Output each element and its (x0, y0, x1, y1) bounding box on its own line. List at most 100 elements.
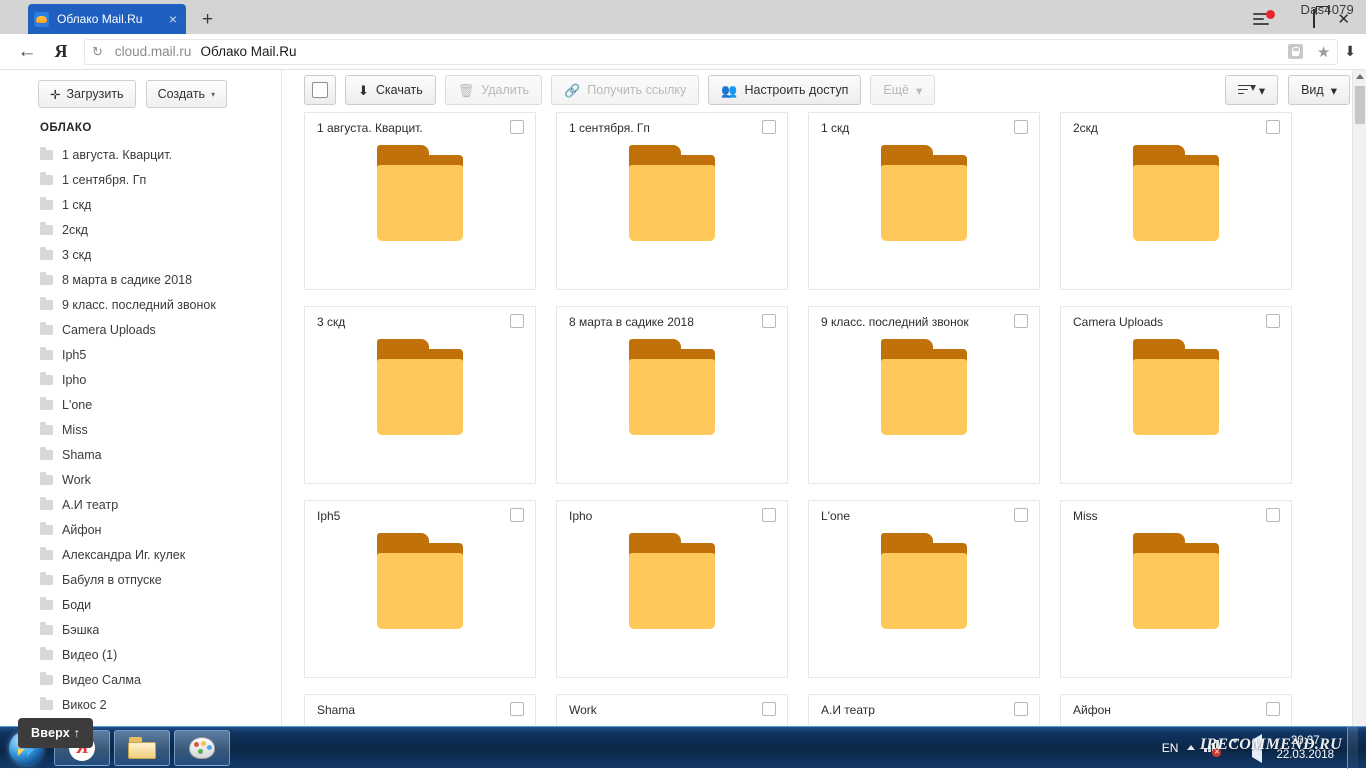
lock-icon[interactable] (1288, 44, 1303, 59)
folder-tile[interactable]: 1 сентября. Гп (556, 112, 788, 290)
new-tab-button[interactable]: + (196, 10, 219, 29)
page-scrollbar[interactable] (1352, 70, 1366, 762)
folder-tile-checkbox[interactable] (1266, 508, 1280, 522)
scrollbar-thumb[interactable] (1355, 86, 1365, 124)
create-button[interactable]: Создать ▾ (146, 80, 228, 108)
folder-icon (40, 700, 53, 710)
clock-date: 22.03.2018 (1276, 748, 1334, 762)
sidebar-item[interactable]: Викос 2 (40, 692, 281, 717)
reload-icon[interactable]: ↻ (92, 44, 103, 60)
folder-tile-checkbox[interactable] (1014, 508, 1028, 522)
yandex-logo-icon[interactable]: Я (44, 41, 78, 62)
error-badge-icon: ✕ (1212, 748, 1221, 757)
folder-icon (40, 625, 53, 635)
sidebar-item[interactable]: Айфон (40, 517, 281, 542)
bookmark-star-icon[interactable]: ★ (1317, 43, 1330, 61)
upload-button[interactable]: ✛ Загрузить (38, 80, 136, 108)
browser-tab-title: Облако Mail.Ru (57, 12, 166, 26)
folder-tile[interactable]: 9 класс. последний звонок (808, 306, 1040, 484)
folder-tile[interactable]: Iph5 (304, 500, 536, 678)
sidebar-item[interactable]: А.И театр (40, 492, 281, 517)
close-tab-icon[interactable]: × (166, 12, 180, 26)
folder-tile[interactable]: 8 марта в садике 2018 (556, 306, 788, 484)
sidebar-item[interactable]: Видео Салма (40, 667, 281, 692)
browser-menu-icon[interactable] (1253, 13, 1269, 25)
get-link-button[interactable]: 🔗 Получить ссылку (551, 75, 699, 105)
taskbar-item-explorer[interactable] (114, 730, 170, 766)
folder-tile-checkbox[interactable] (762, 508, 776, 522)
sidebar-item[interactable]: Miss (40, 417, 281, 442)
download-button[interactable]: ⬇ Скачать (345, 75, 436, 105)
show-hidden-icons-icon[interactable] (1187, 745, 1195, 750)
downloads-icon[interactable]: ⬇ (1344, 43, 1356, 60)
network-icon[interactable]: ✕ (1204, 740, 1219, 755)
close-window-button[interactable]: ✕ (1337, 10, 1350, 28)
sidebar-item[interactable]: 9 класс. последний звонок (40, 292, 281, 317)
folder-tile-checkbox[interactable] (510, 508, 524, 522)
sidebar-item[interactable]: Ipho (40, 367, 281, 392)
view-button[interactable]: Вид ▾ (1288, 75, 1350, 105)
sidebar-section-title: ОБЛАКО (0, 120, 281, 142)
windows-taskbar: Я EN ✕ 20:37 22.03.2018 IRECOMMEND.RU (0, 726, 1366, 768)
folder-tile[interactable]: 1 скд (808, 112, 1040, 290)
folder-tile-checkbox[interactable] (762, 314, 776, 328)
folder-tile[interactable]: 3 скд (304, 306, 536, 484)
sidebar-item[interactable]: 1 сентября. Гп (40, 167, 281, 192)
taskbar-item-paint[interactable] (174, 730, 230, 766)
folder-tile-checkbox[interactable] (1266, 702, 1280, 716)
select-all-checkbox[interactable] (304, 75, 336, 105)
folder-tile-checkbox[interactable] (1266, 120, 1280, 134)
folder-tile-checkbox[interactable] (510, 314, 524, 328)
clock[interactable]: 20:37 22.03.2018 (1276, 734, 1338, 762)
folder-tile-checkbox[interactable] (510, 702, 524, 716)
sort-button[interactable]: ▾ (1225, 75, 1278, 105)
sidebar-item[interactable]: 3 скд (40, 242, 281, 267)
folder-tile-checkbox[interactable] (1266, 314, 1280, 328)
sidebar-item[interactable]: Shama (40, 442, 281, 467)
back-arrow-icon[interactable]: ← (10, 41, 44, 63)
folder-tile-checkbox[interactable] (762, 120, 776, 134)
scroll-to-top-button[interactable]: Вверх ↑ (18, 718, 93, 748)
folder-tile-checkbox[interactable] (1014, 314, 1028, 328)
share-button[interactable]: 👥 Настроить доступ (708, 75, 861, 105)
restore-button[interactable] (1313, 10, 1315, 28)
sidebar-item[interactable]: 8 марта в садике 2018 (40, 267, 281, 292)
sidebar-item[interactable]: 1 скд (40, 192, 281, 217)
sidebar-item[interactable]: 1 августа. Кварцит. (40, 142, 281, 167)
folder-tile[interactable]: Miss (1060, 500, 1292, 678)
folder-tile[interactable]: L'one (808, 500, 1040, 678)
folder-tile-checkbox[interactable] (1014, 702, 1028, 716)
sidebar-item[interactable]: Боди (40, 592, 281, 617)
folder-icon (40, 175, 53, 185)
folder-tile[interactable]: 1 августа. Кварцит. (304, 112, 536, 290)
folder-tile[interactable]: Camera Uploads (1060, 306, 1292, 484)
folder-tile-checkbox[interactable] (510, 120, 524, 134)
language-indicator[interactable]: EN (1162, 741, 1179, 755)
folder-tile[interactable]: 2скд (1060, 112, 1292, 290)
scroll-up-arrow-icon[interactable] (1356, 74, 1364, 79)
delete-button[interactable]: 🗑 Удалить (445, 75, 542, 105)
messages-icon[interactable] (1228, 740, 1243, 755)
folder-tile-checkbox[interactable] (1014, 120, 1028, 134)
sidebar-item[interactable]: Iph5 (40, 342, 281, 367)
address-bar[interactable]: ↻ cloud.mail.ru Облако Mail.Ru ★ (84, 39, 1338, 65)
sidebar-item[interactable]: Бэшка (40, 617, 281, 642)
folder-icon (40, 150, 53, 160)
sidebar-item[interactable]: Бабуля в отпуске (40, 567, 281, 592)
folder-icon (40, 450, 53, 460)
folder-tile-checkbox[interactable] (762, 702, 776, 716)
sidebar-item[interactable]: Work (40, 467, 281, 492)
browser-tab[interactable]: Облако Mail.Ru × (28, 4, 186, 34)
more-button[interactable]: Ещё ▾ (870, 75, 935, 105)
folder-tile-name: Ipho (569, 509, 749, 523)
volume-icon[interactable] (1252, 740, 1267, 755)
sidebar-item[interactable]: L'one (40, 392, 281, 417)
sidebar-item-label: 1 сентября. Гп (62, 173, 146, 187)
sidebar-item[interactable]: Camera Uploads (40, 317, 281, 342)
sidebar-item[interactable]: Александра Иг. кулек (40, 542, 281, 567)
sidebar-item[interactable]: 2скд (40, 217, 281, 242)
show-desktop-button[interactable] (1347, 727, 1358, 769)
folder-tile-name: Iph5 (317, 509, 497, 523)
sidebar-item[interactable]: Видео (1) (40, 642, 281, 667)
folder-tile[interactable]: Ipho (556, 500, 788, 678)
